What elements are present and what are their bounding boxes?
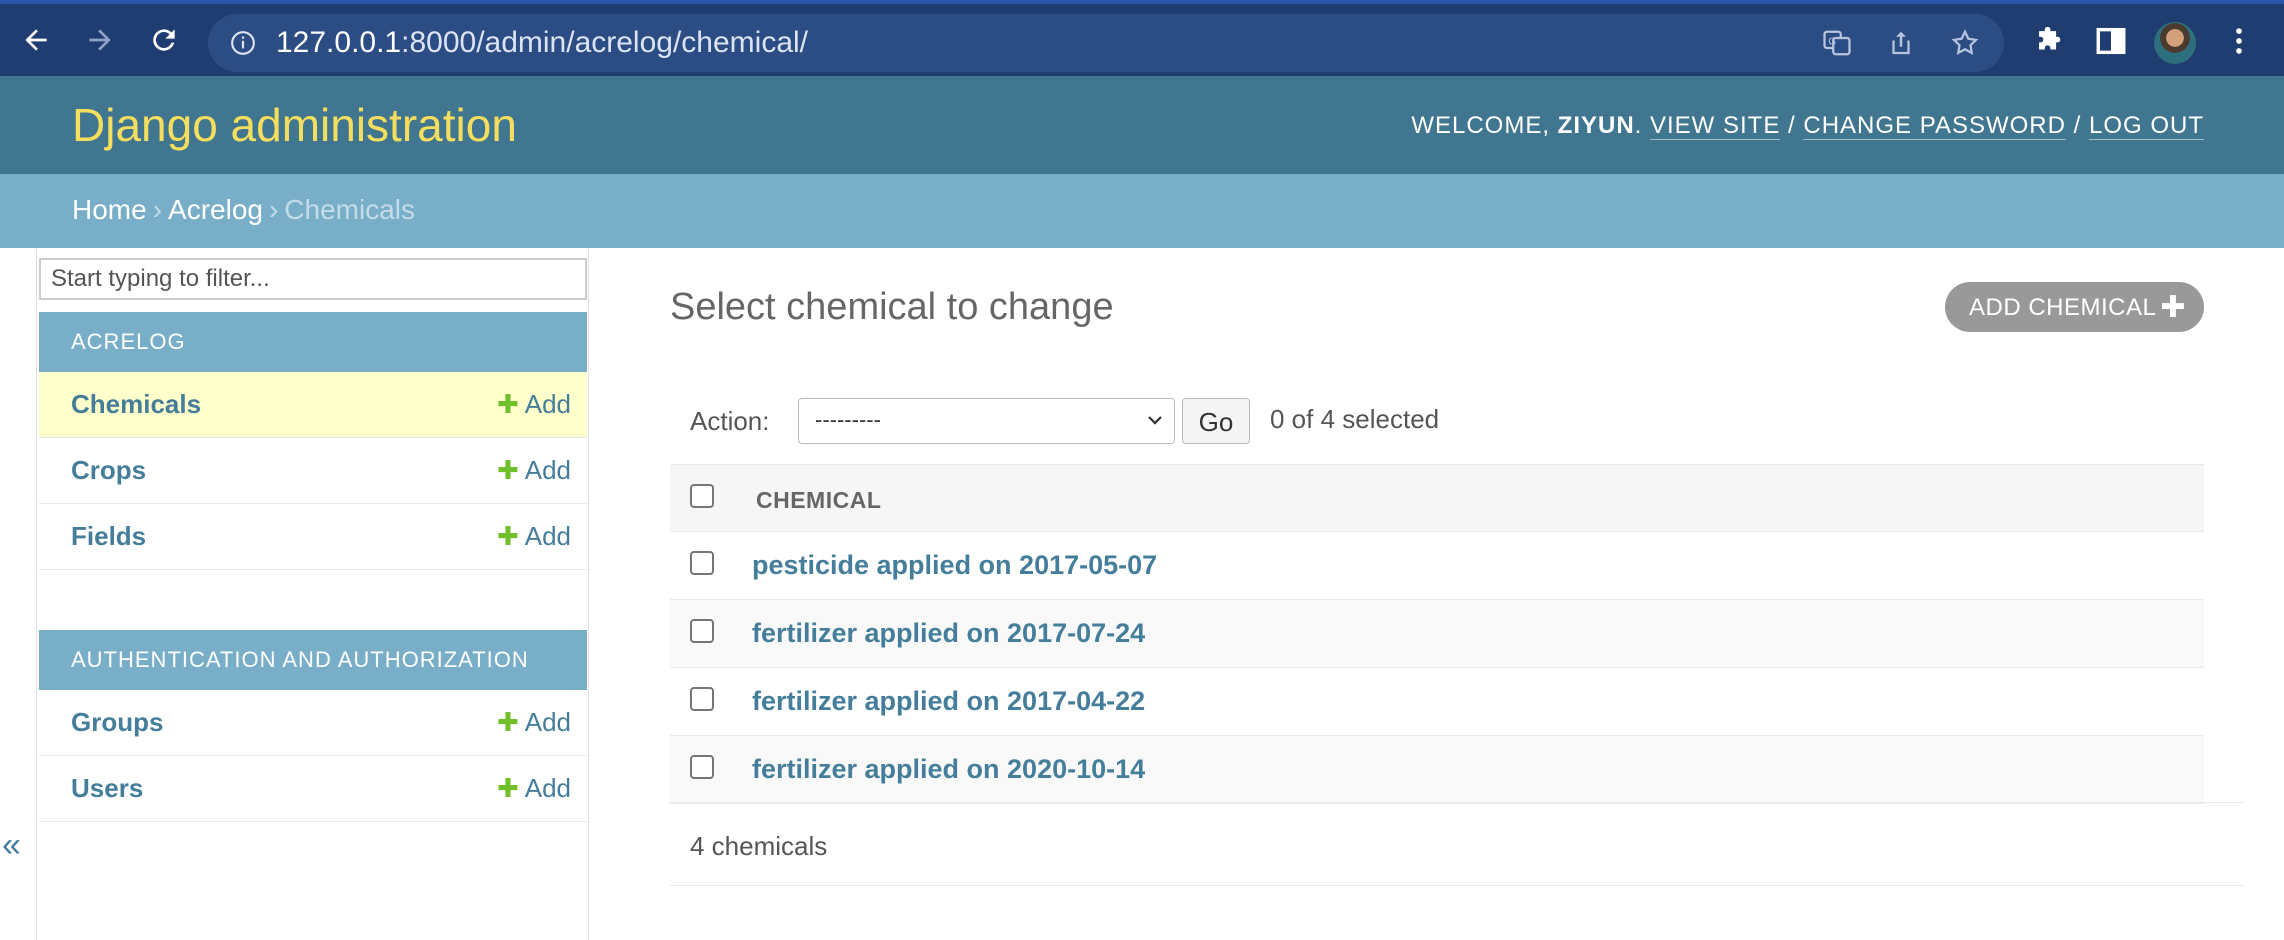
row-checkbox[interactable] bbox=[690, 551, 714, 575]
plus-icon: ✚ bbox=[496, 455, 519, 485]
app-caption-auth[interactable]: AUTHENTICATION AND AUTHORIZATION bbox=[39, 630, 587, 690]
table-row: fertilizer applied on 2017-04-22 bbox=[670, 668, 2204, 736]
back-arrow-icon[interactable] bbox=[18, 22, 54, 58]
table-row: fertilizer applied on 2017-07-24 bbox=[670, 600, 2204, 668]
row-checkbox[interactable] bbox=[690, 687, 714, 711]
add-label: Add bbox=[524, 389, 571, 419]
log-out-link[interactable]: LOG OUT bbox=[2088, 112, 2204, 140]
breadcrumb-acrelog[interactable]: Acrelog bbox=[168, 194, 263, 225]
paginator: 4 chemicals bbox=[670, 802, 2244, 886]
add-chemical-link[interactable]: ✚ Add bbox=[497, 389, 571, 420]
actions-bar: Action: --------- Go 0 of 4 selected bbox=[670, 390, 2204, 464]
plus-icon: ✚ bbox=[496, 521, 519, 551]
sidebar-item-label[interactable]: Groups bbox=[71, 707, 163, 738]
view-site-link[interactable]: VIEW SITE bbox=[1650, 112, 1781, 140]
url-text[interactable]: 127.0.0.1:8000/admin/acrelog/chemical/ bbox=[276, 26, 808, 60]
add-chemical-button[interactable]: ADD CHEMICAL ✚ bbox=[1945, 282, 2204, 332]
row-checkbox[interactable] bbox=[690, 619, 714, 643]
sidebar-item-label[interactable]: Fields bbox=[71, 521, 146, 552]
user-tools: WELCOME, ZIYUN. VIEW SITE / CHANGE PASSW… bbox=[1411, 112, 2204, 140]
welcome-text: WELCOME, bbox=[1411, 112, 1558, 139]
url-path: :8000/admin/acrelog/chemical/ bbox=[401, 26, 809, 59]
browser-toolbar: 127.0.0.1:8000/admin/acrelog/chemical/ G bbox=[0, 0, 2284, 76]
breadcrumb-current: Chemicals bbox=[284, 194, 415, 225]
page-title: Select chemical to change bbox=[670, 286, 1114, 328]
plus-icon: ✚ bbox=[496, 773, 519, 803]
action-select-value: --------- bbox=[815, 407, 881, 432]
breadcrumb-home[interactable]: Home bbox=[72, 194, 147, 225]
add-label: Add bbox=[524, 521, 571, 551]
username: ZIYUN bbox=[1557, 112, 1635, 139]
sidebar-item-label[interactable]: Crops bbox=[71, 455, 146, 486]
table-row: fertilizer applied on 2020-10-14 bbox=[670, 736, 2204, 804]
change-password-link[interactable]: CHANGE PASSWORD bbox=[1803, 112, 2066, 140]
info-icon[interactable] bbox=[230, 30, 256, 56]
chemical-link[interactable]: fertilizer applied on 2020-10-14 bbox=[752, 754, 1145, 785]
app-caption-acrelog[interactable]: ACRELOG bbox=[39, 312, 587, 372]
extensions-puzzle-icon[interactable] bbox=[2032, 24, 2066, 58]
reload-icon[interactable] bbox=[146, 22, 182, 58]
admin-header: Django administration WELCOME, ZIYUN. VI… bbox=[0, 76, 2284, 174]
toggle-nav-sidebar-button[interactable]: « bbox=[2, 826, 21, 865]
sidebar-item-chemicals: Chemicals ✚ Add bbox=[39, 372, 587, 438]
sidebar-item-label[interactable]: Users bbox=[71, 773, 143, 804]
sidebar-item-users: Users ✚ Add bbox=[39, 756, 587, 822]
chemical-link[interactable]: fertilizer applied on 2017-07-24 bbox=[752, 618, 1145, 649]
go-button[interactable]: Go bbox=[1182, 398, 1250, 444]
table-header: CHEMICAL bbox=[670, 464, 2204, 532]
sidebar-item-fields: Fields ✚ Add bbox=[39, 504, 587, 570]
share-icon[interactable] bbox=[1886, 28, 1916, 58]
nav-sidebar: ACRELOG Chemicals ✚Add Crops ✚Add Fields… bbox=[36, 248, 589, 940]
plus-icon: ✚ bbox=[496, 707, 519, 737]
add-label: Add bbox=[524, 707, 571, 737]
selection-counter: 0 of 4 selected bbox=[1270, 404, 1440, 434]
select-all-checkbox[interactable] bbox=[690, 484, 714, 508]
forward-arrow-icon[interactable] bbox=[82, 22, 118, 58]
svg-text:G: G bbox=[1828, 36, 1836, 47]
sidebar-item-crops: Crops ✚ Add bbox=[39, 438, 587, 504]
breadcrumb: Home › Acrelog › Chemicals bbox=[0, 174, 2284, 248]
action-label: Action: bbox=[690, 406, 770, 436]
url-host: 127.0.0.1 bbox=[276, 26, 402, 59]
chevron-down-icon bbox=[1146, 411, 1164, 429]
sidebar-item-groups: Groups ✚ Add bbox=[39, 690, 587, 756]
add-label: Add bbox=[524, 773, 571, 803]
action-select[interactable]: --------- bbox=[798, 398, 1175, 444]
plus-icon: ✚ bbox=[496, 389, 519, 419]
sidebar-item-label[interactable]: Chemicals bbox=[71, 389, 201, 420]
add-field-link[interactable]: ✚ Add bbox=[497, 521, 571, 552]
side-panel-icon[interactable] bbox=[2094, 24, 2128, 58]
column-header-chemical[interactable]: CHEMICAL bbox=[756, 487, 881, 514]
add-group-link[interactable]: ✚ Add bbox=[497, 707, 571, 738]
add-label: Add bbox=[524, 455, 571, 485]
add-crop-link[interactable]: ✚ Add bbox=[497, 455, 571, 486]
chemical-link[interactable]: pesticide applied on 2017-05-07 bbox=[752, 550, 1157, 581]
site-branding[interactable]: Django administration bbox=[72, 98, 517, 152]
address-bar[interactable]: 127.0.0.1:8000/admin/acrelog/chemical/ G bbox=[208, 14, 2004, 72]
translate-icon[interactable]: G bbox=[1822, 28, 1852, 58]
result-list-table: CHEMICAL pesticide applied on 2017-05-07… bbox=[670, 464, 2204, 804]
menu-kebab-icon[interactable] bbox=[2222, 24, 2256, 58]
row-checkbox[interactable] bbox=[690, 755, 714, 779]
plus-icon: ✚ bbox=[2160, 291, 2186, 324]
chemical-link[interactable]: fertilizer applied on 2017-04-22 bbox=[752, 686, 1145, 717]
add-user-link[interactable]: ✚ Add bbox=[497, 773, 571, 804]
bookmark-star-icon[interactable] bbox=[1950, 28, 1980, 58]
nav-filter-input[interactable] bbox=[39, 258, 587, 300]
result-count: 4 chemicals bbox=[690, 831, 828, 861]
profile-avatar[interactable] bbox=[2154, 22, 2196, 64]
add-chemical-label: ADD CHEMICAL bbox=[1969, 294, 2157, 321]
table-row: pesticide applied on 2017-05-07 bbox=[670, 532, 2204, 600]
breadcrumb-separator: › bbox=[268, 194, 279, 225]
breadcrumb-separator: › bbox=[152, 194, 163, 225]
